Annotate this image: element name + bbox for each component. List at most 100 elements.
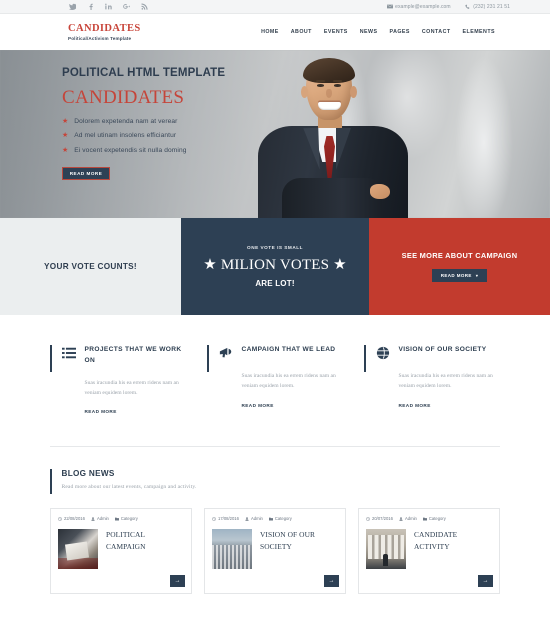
card-date: 20/07/2016 — [372, 516, 393, 522]
smile — [318, 102, 341, 110]
logo-text: CANDIDATES — [68, 22, 141, 34]
twitter-icon[interactable] — [68, 2, 77, 11]
nav-item-home[interactable]: HOME — [261, 29, 279, 35]
feature-title: VISION OF OUR SOCIETY — [398, 346, 487, 353]
blog-card[interactable]: 20/07/2016 Admin Category CANDIDATE ACTI… — [358, 508, 500, 595]
user-icon — [91, 517, 95, 521]
page-root: example@example.com (232) 231 21 51 CAND… — [0, 0, 550, 639]
accent-bar — [50, 469, 52, 495]
eyebrow-left — [316, 80, 325, 82]
card-category: Category — [274, 516, 292, 522]
card-title: CANDIDATE ACTIVITY — [414, 530, 458, 551]
card-author: Admin — [96, 516, 109, 522]
phone-text: (232) 231 21 51 — [473, 3, 510, 10]
banner-left-panel: YOUR VOTE COUNTS! — [0, 218, 181, 315]
list-icon — [61, 346, 76, 360]
rss-icon[interactable] — [140, 2, 149, 11]
nav-item-pages[interactable]: PAGES — [389, 29, 409, 35]
logo-tagline: Political/Activism Template — [68, 36, 132, 42]
ear-left — [301, 86, 308, 98]
social-links — [68, 2, 149, 11]
author-meta: Admin — [91, 516, 109, 521]
feature-read-more-link[interactable]: READ MORE — [242, 403, 274, 408]
top-bar-contact: example@example.com (232) 231 21 51 — [386, 4, 510, 10]
lapel-right — [336, 128, 351, 170]
hero-read-more-button[interactable]: READ MORE — [62, 166, 110, 180]
main-nav: HOME ABOUT EVENTS NEWS PAGES CONTACT ELE… — [261, 29, 495, 35]
ear-right — [350, 86, 357, 98]
blog-heading: BLOG NEWS — [61, 469, 115, 479]
banner-right-panel: SEE MORE ABOUT CAMPAIGN READ MORE ▾ — [369, 218, 550, 315]
feature-card-vision: VISION OF OUR SOCIETY Suas iracundia his… — [364, 345, 500, 418]
clock-icon — [366, 517, 370, 521]
banner-read-more-button[interactable]: READ MORE ▾ — [431, 269, 488, 282]
candidate-photo — [248, 58, 438, 218]
site-header: CANDIDATES Political/Activism Template H… — [0, 14, 550, 50]
clock-icon — [212, 517, 216, 521]
author-meta: Admin — [399, 516, 417, 521]
envelope-icon — [386, 4, 393, 9]
chevron-down-icon: ▾ — [475, 273, 479, 278]
nav-item-about[interactable]: ABOUT — [291, 29, 312, 35]
nav-item-news[interactable]: NEWS — [360, 29, 378, 35]
hero-title: CANDIDATES — [62, 86, 185, 108]
vote-banner: YOUR VOTE COUNTS! ONE VOTE IS SMALL ★ MI… — [0, 218, 550, 315]
nav-item-contact[interactable]: CONTACT — [422, 29, 451, 35]
banner-button-label: READ MORE — [440, 273, 472, 278]
feature-read-more-link[interactable]: READ MORE — [399, 403, 431, 408]
nav-item-events[interactable]: EVENTS — [324, 29, 348, 35]
card-date: 17/08/2016 — [218, 516, 239, 522]
eye-right — [334, 84, 341, 87]
folder-icon — [114, 517, 119, 521]
eye-left — [317, 84, 324, 87]
hair — [303, 58, 355, 83]
card-arrow-button[interactable]: → — [324, 575, 339, 588]
card-arrow-button[interactable]: → — [170, 575, 185, 588]
card-arrow-button[interactable]: → — [478, 575, 493, 588]
date-meta: 20/07/2016 — [366, 516, 393, 521]
user-icon — [245, 517, 249, 521]
banner-left-text: YOUR VOTE COUNTS! — [44, 262, 137, 271]
bullet-text: Ei vocent expetendis sit nulla doming — [74, 146, 187, 154]
user-icon — [399, 517, 403, 521]
banner-middle-panel: ONE VOTE IS SMALL ★ MILION VOTES ★ ARE L… — [181, 218, 369, 315]
feature-title: PROJECTS THAT WE WORK ON — [84, 346, 182, 364]
bullet-text: Ad mel utinam insolens efficiantur — [74, 132, 177, 139]
hand — [370, 184, 390, 199]
features-section: PROJECTS THAT WE WORK ON Suas iracundia … — [0, 315, 550, 418]
phone-info[interactable]: (232) 231 21 51 — [465, 4, 510, 10]
feature-title: CAMPAIGN THAT WE LEAD — [241, 346, 336, 353]
category-meta: Category — [114, 516, 138, 521]
google-plus-icon[interactable] — [122, 2, 131, 11]
list-item: ★ Ei vocent expetendis sit nulla doming — [62, 147, 262, 154]
banner-mid-headline: ★ MILION VOTES ★ — [203, 257, 347, 273]
nose — [326, 89, 332, 98]
blog-subheading: Read more about our latest events, campa… — [61, 484, 197, 491]
list-item: ★ Dolorem expetenda nam at verear — [62, 118, 262, 125]
feature-body: Suas iracundia his ea errem ridens nam a… — [398, 373, 493, 390]
feature-card-projects: PROJECTS THAT WE WORK ON Suas iracundia … — [50, 345, 186, 418]
accent-bar — [207, 345, 209, 372]
author-meta: Admin — [245, 516, 263, 521]
folder-icon — [422, 517, 427, 521]
facebook-icon[interactable] — [86, 2, 95, 11]
list-item: ★ Ad mel utinam insolens efficiantur — [62, 132, 262, 139]
linkedin-icon[interactable] — [104, 2, 113, 11]
crossed-arms — [282, 178, 382, 218]
blog-card[interactable]: 17/08/2016 Admin Category VISION OF OUR … — [204, 508, 346, 595]
blog-card[interactable]: 22/08/2016 Admin Category POLITICAL CAMP… — [50, 508, 192, 595]
banner-mid-kicker: ONE VOTE IS SMALL — [247, 245, 303, 250]
hero-section: POLITICAL HTML TEMPLATE CANDIDATES ★ Dol… — [0, 50, 550, 218]
star-icon: ★ — [62, 132, 69, 139]
banner-mid-subline: ARE LOT! — [255, 279, 295, 288]
email-info[interactable]: example@example.com — [386, 4, 451, 10]
feature-card-campaign: CAMPAIGN THAT WE LEAD Suas iracundia his… — [207, 345, 343, 418]
card-title: POLITICAL CAMPAIGN — [106, 530, 146, 551]
card-thumbnail — [58, 529, 98, 570]
nav-item-elements[interactable]: ELEMENTS — [463, 29, 495, 35]
logo[interactable]: CANDIDATES Political/Activism Template — [68, 23, 141, 42]
feature-body: Suas iracundia his ea errem ridens nam a… — [241, 373, 336, 390]
blog-section-header: BLOG NEWS Read more about our latest eve… — [0, 447, 550, 495]
accent-bar — [364, 345, 366, 372]
feature-read-more-link[interactable]: READ MORE — [85, 409, 117, 414]
